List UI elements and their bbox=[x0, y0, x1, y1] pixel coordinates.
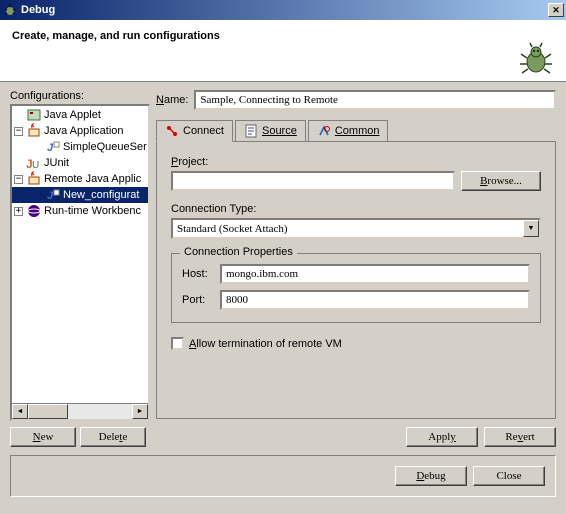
project-label: Project: bbox=[171, 156, 541, 168]
connection-type-select[interactable]: Standard (Socket Attach) bbox=[171, 218, 541, 239]
tab-common[interactable]: Common bbox=[308, 120, 389, 141]
apply-button[interactable]: Apply bbox=[406, 427, 478, 447]
connection-type-label: Connection Type: bbox=[171, 203, 541, 215]
tree-label: Remote Java Applic bbox=[44, 173, 141, 185]
connect-icon bbox=[165, 124, 179, 138]
window-title: Debug bbox=[21, 4, 548, 16]
allow-termination-label: Allow termination of remote VM bbox=[189, 338, 342, 350]
select-value: Standard (Socket Attach) bbox=[177, 223, 288, 235]
scroll-left-icon[interactable]: ◄ bbox=[12, 404, 28, 419]
svg-text:J: J bbox=[47, 142, 54, 154]
java-class-icon: J bbox=[45, 187, 61, 203]
port-input[interactable] bbox=[220, 290, 530, 310]
browse-button[interactable]: Browse... bbox=[461, 171, 541, 191]
name-input[interactable] bbox=[194, 90, 556, 110]
name-label: Name: bbox=[156, 94, 188, 106]
tree-item-remote-java[interactable]: − Remote Java Applic bbox=[12, 171, 148, 187]
tab-label: Connect bbox=[183, 125, 224, 137]
svg-text:J: J bbox=[47, 190, 54, 202]
tree-item-junit[interactable]: JU JUnit bbox=[12, 155, 148, 171]
tab-label: Common bbox=[335, 125, 380, 137]
applet-icon bbox=[26, 107, 42, 123]
collapse-icon[interactable]: − bbox=[14, 127, 23, 136]
expand-icon[interactable]: + bbox=[14, 207, 23, 216]
tree-label: Java Applet bbox=[44, 109, 101, 121]
titlebar: Debug ✕ bbox=[0, 0, 566, 20]
collapse-icon[interactable]: − bbox=[14, 175, 23, 184]
new-button[interactable]: New bbox=[10, 427, 76, 447]
tree-label: Java Application bbox=[44, 125, 124, 137]
dialog-header: Create, manage, and run configurations bbox=[0, 20, 566, 82]
port-label: Port: bbox=[182, 294, 220, 306]
configurations-tree[interactable]: Java Applet − Java Application J SimpleQ… bbox=[10, 104, 150, 421]
tab-connect[interactable]: Connect bbox=[156, 120, 233, 142]
tree-label: Run-time Workbenc bbox=[44, 205, 141, 217]
java-class-icon: J bbox=[45, 139, 61, 155]
configurations-label: Configurations: bbox=[10, 90, 150, 102]
header-title: Create, manage, and run configurations bbox=[12, 30, 554, 42]
remote-java-icon bbox=[26, 171, 42, 187]
fieldset-legend: Connection Properties bbox=[180, 246, 297, 258]
tree-item-runtime-workbench[interactable]: + Run-time Workbenc bbox=[12, 203, 148, 219]
debug-icon bbox=[2, 2, 18, 18]
tab-panel-connect: Project: Browse... Connection Type: Stan… bbox=[156, 142, 556, 419]
allow-termination-checkbox[interactable] bbox=[171, 337, 184, 350]
scroll-right-icon[interactable]: ► bbox=[132, 404, 148, 419]
chevron-down-icon[interactable]: ▼ bbox=[523, 220, 539, 237]
common-icon bbox=[317, 124, 331, 138]
tree-item-new-config[interactable]: J New_configurat bbox=[12, 187, 148, 203]
host-label: Host: bbox=[182, 268, 220, 280]
tab-source[interactable]: Source bbox=[235, 120, 306, 141]
debug-button[interactable]: Debug bbox=[395, 466, 467, 486]
delete-button[interactable]: Delete bbox=[80, 427, 146, 447]
svg-text:U: U bbox=[32, 160, 39, 171]
tree-item-java-applet[interactable]: Java Applet bbox=[12, 107, 148, 123]
tree-label: SimpleQueueSer bbox=[63, 141, 147, 153]
junit-icon: JU bbox=[26, 155, 42, 171]
tree-label: JUnit bbox=[44, 157, 69, 169]
connection-properties-group: Connection Properties Host: Port: bbox=[171, 253, 541, 323]
close-icon[interactable]: ✕ bbox=[548, 3, 564, 17]
java-app-icon bbox=[26, 123, 42, 139]
tree-label: New_configurat bbox=[63, 189, 139, 201]
horizontal-scrollbar[interactable]: ◄ ► bbox=[12, 403, 148, 419]
project-input[interactable] bbox=[171, 171, 455, 191]
tab-label: Source bbox=[262, 125, 297, 137]
bug-icon bbox=[518, 40, 554, 76]
close-button[interactable]: Close bbox=[473, 466, 545, 486]
revert-button[interactable]: Revert bbox=[484, 427, 556, 447]
tree-item-simple-queue[interactable]: J SimpleQueueSer bbox=[12, 139, 148, 155]
tree-item-java-application[interactable]: − Java Application bbox=[12, 123, 148, 139]
scroll-thumb[interactable] bbox=[28, 404, 68, 419]
source-icon bbox=[244, 124, 258, 138]
eclipse-icon bbox=[26, 203, 42, 219]
host-input[interactable] bbox=[220, 264, 530, 284]
tab-bar: Connect Source Common bbox=[156, 120, 556, 142]
